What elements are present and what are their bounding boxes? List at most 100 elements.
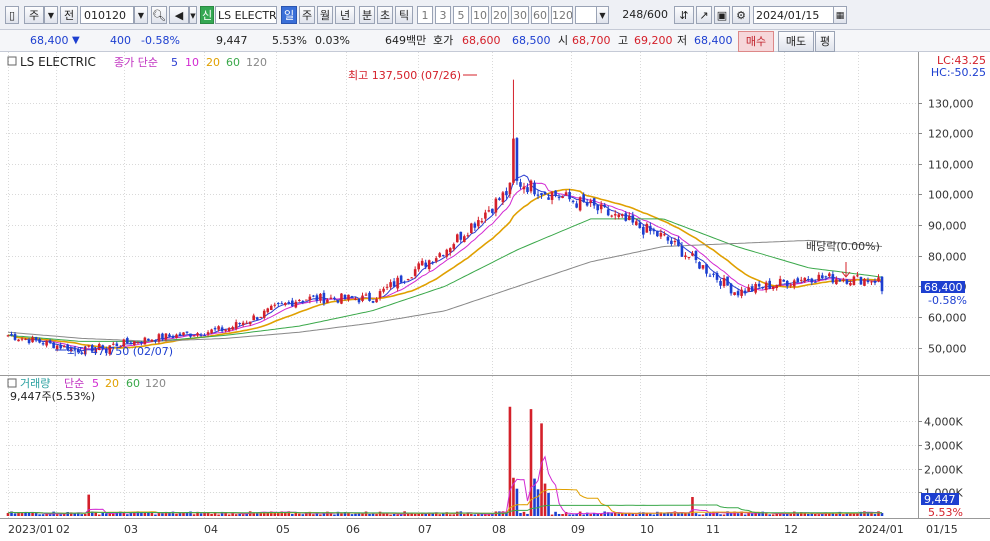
volume-bar — [175, 513, 178, 516]
date-input[interactable]: 2024/01/15 — [753, 6, 841, 24]
dividend-annotation: 배당락(0.00%) — [806, 240, 880, 253]
candle-body — [852, 276, 856, 286]
minute-20[interactable]: 20 — [491, 6, 509, 24]
candle-body — [220, 327, 224, 332]
minute-1[interactable]: 1 — [417, 6, 433, 24]
volume-bar — [743, 514, 747, 516]
candle-body — [687, 256, 691, 258]
volume-bar — [649, 513, 652, 516]
volume-bar — [80, 514, 84, 516]
candle-body — [59, 344, 62, 349]
volume-panel-title: 거래량 — [20, 377, 50, 390]
search-icon[interactable]: 🔍︎ — [151, 6, 167, 24]
candle-body — [466, 235, 470, 237]
bid-price: 68,500 — [512, 34, 551, 47]
minute-120[interactable]: 120 — [551, 6, 573, 24]
candle-body — [140, 342, 143, 344]
volume-bar — [354, 513, 357, 516]
volume-bar — [543, 483, 547, 516]
ma-20-label: 20 — [206, 56, 220, 69]
panel-toggle-icon[interactable]: ▯ — [5, 6, 19, 24]
minute-5[interactable]: 5 — [453, 6, 469, 24]
candle-body — [171, 336, 175, 339]
volume-current: 9,447주(5.53%) — [10, 390, 95, 403]
candle-body — [694, 251, 698, 260]
candle-body — [670, 240, 673, 245]
candle-body — [17, 339, 20, 342]
volume-bar — [698, 514, 701, 516]
volume-bar — [38, 514, 41, 516]
candle-body — [722, 278, 726, 287]
minute-10[interactable]: 10 — [471, 6, 489, 24]
sound-icon[interactable]: ◀︎ — [169, 6, 189, 24]
candle-body — [645, 223, 649, 233]
volume-bar — [508, 406, 512, 516]
period-tab-second[interactable]: 초 — [377, 6, 393, 24]
volume-bar — [101, 512, 105, 516]
candle-body — [455, 234, 459, 243]
calendar-icon[interactable]: ▦ — [833, 6, 847, 24]
stock-chart[interactable]: 50,00060,00070,00080,00090,000100,000110… — [0, 52, 990, 541]
minute-3[interactable]: 3 — [435, 6, 451, 24]
stock-code-input[interactable]: 010120 — [80, 6, 134, 24]
candle-body — [378, 291, 382, 298]
candle-body — [234, 322, 238, 329]
volume-bar — [687, 513, 691, 516]
candle-body — [729, 283, 733, 294]
candle-body — [403, 281, 406, 283]
candle-body — [880, 276, 884, 292]
candle-body — [343, 294, 347, 299]
candle-body — [673, 241, 677, 243]
candle-body — [691, 253, 694, 256]
eval-button[interactable]: 평 — [815, 31, 835, 52]
interval-dropdown-icon[interactable]: ▼ — [596, 6, 609, 24]
period-tab-day[interactable]: 일 — [281, 6, 297, 24]
candle-body — [157, 334, 161, 342]
sound-dropdown-icon[interactable]: ▼ — [189, 6, 197, 24]
data-count[interactable]: 248/600 — [612, 6, 668, 24]
candle-body — [350, 296, 354, 298]
candle-body — [571, 200, 575, 202]
candle-body — [312, 295, 315, 297]
candle-body — [803, 277, 807, 282]
market-selector[interactable]: 전 — [60, 6, 78, 24]
volume-bar — [526, 513, 529, 516]
type-dropdown-icon[interactable]: ▼ — [44, 6, 58, 24]
candle-body — [291, 300, 294, 307]
sell-button[interactable]: 매도 — [778, 31, 814, 52]
period-tab-tick[interactable]: 틱 — [395, 6, 413, 24]
compare-icon[interactable]: ⇵ — [674, 6, 694, 24]
price-panel-title: LS ELECTRIC — [20, 55, 96, 69]
volume-bar — [701, 514, 705, 516]
volume-bar — [771, 514, 775, 516]
candle-body — [835, 279, 838, 285]
candle-body — [434, 258, 438, 262]
period-tab-minute[interactable]: 분 — [359, 6, 375, 24]
low-price: 68,400 — [694, 34, 733, 47]
volume-bar — [624, 513, 628, 516]
type-selector[interactable]: 주 — [24, 6, 44, 24]
code-dropdown-icon[interactable]: ▼ — [134, 6, 148, 24]
volume-bar — [438, 514, 442, 516]
volume-bar — [364, 511, 368, 516]
buy-button[interactable]: 매수 — [738, 31, 774, 52]
volume-bar — [803, 513, 807, 516]
candle-body — [164, 333, 168, 340]
volume-bar — [519, 512, 522, 516]
period-tab-month[interactable]: 월 — [317, 6, 333, 24]
candle-body — [347, 294, 350, 300]
candle-body — [824, 276, 828, 278]
trend-tool-icon[interactable]: ↗ — [696, 6, 712, 24]
period-tab-year[interactable]: 년 — [335, 6, 355, 24]
candle-body — [589, 200, 592, 203]
settings-icon[interactable]: ⚙ — [732, 6, 750, 24]
save-icon[interactable]: ▣ — [714, 6, 730, 24]
date-tick-label: 12 — [784, 523, 798, 536]
period-tab-week[interactable]: 주 — [299, 6, 315, 24]
candle-body — [701, 265, 705, 269]
minute-60[interactable]: 60 — [531, 6, 549, 24]
volume-bar — [34, 512, 38, 516]
volume-bar — [94, 512, 98, 516]
candle-body — [557, 197, 561, 199]
minute-30[interactable]: 30 — [511, 6, 529, 24]
